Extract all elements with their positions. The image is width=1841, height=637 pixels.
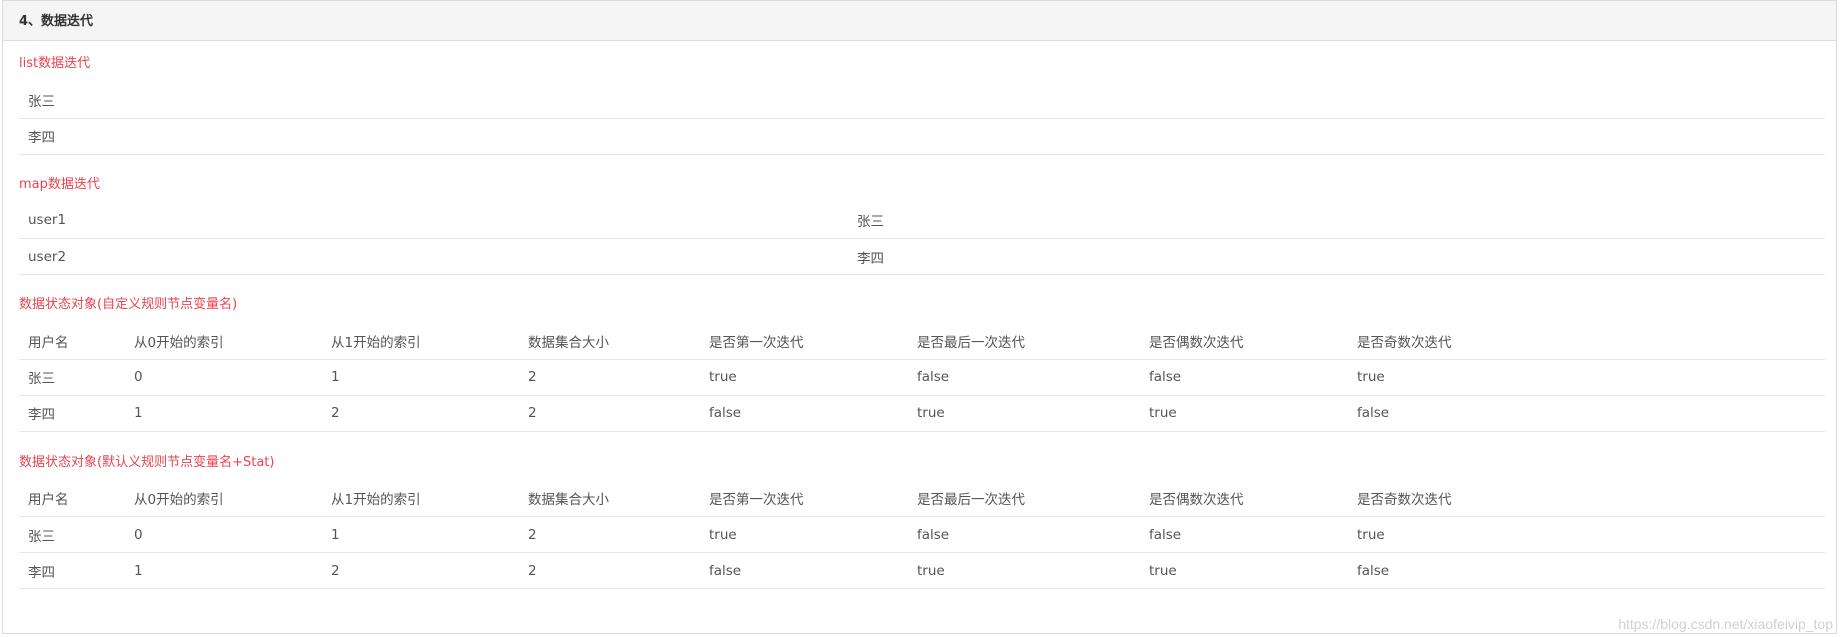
table-cell: 2 [322, 395, 519, 432]
table-cell: 1 [322, 359, 519, 396]
column-header: 数据集合大小 [519, 323, 700, 360]
table-cell: true [1140, 395, 1348, 432]
map-table: user1 张三 user2 李四 [19, 202, 1825, 275]
list-table: 张三 李四 [19, 82, 1825, 155]
column-header: 从0开始的索引 [125, 323, 322, 360]
table-cell: 张三 [19, 359, 125, 396]
column-header: 从1开始的索引 [322, 480, 519, 517]
table-row: 张三 [19, 82, 1825, 119]
table-cell: 李四 [19, 552, 125, 589]
column-header: 是否奇数次迭代 [1348, 323, 1825, 360]
table-row: 张三 0 1 2 true false false true [19, 359, 1825, 396]
table-cell: 0 [125, 359, 322, 396]
table-cell: false [1140, 516, 1348, 553]
table-cell: false [908, 359, 1140, 396]
table-cell: false [908, 516, 1140, 553]
table-cell: 2 [519, 552, 700, 589]
table-row: 李四 1 2 2 false true true false [19, 552, 1825, 589]
panel-heading: 4、数据迭代 [3, 1, 1836, 41]
panel-body: list数据迭代 张三 李四 map数据迭代 user1 张三 user2 李四 [3, 54, 1836, 589]
table-row: user2 李四 [19, 238, 1825, 275]
table-cell: 0 [125, 516, 322, 553]
table-cell: false [700, 395, 908, 432]
table-row: 李四 [19, 118, 1825, 155]
column-header: 是否第一次迭代 [700, 480, 908, 517]
column-header: 用户名 [19, 480, 125, 517]
table-row: 李四 1 2 2 false true true false [19, 395, 1825, 432]
table-cell: true [1348, 516, 1825, 553]
table-cell: 张三 [19, 516, 125, 553]
column-header: 用户名 [19, 323, 125, 360]
column-header: 从1开始的索引 [322, 323, 519, 360]
table-cell: true [908, 552, 1140, 589]
table-cell: 1 [125, 395, 322, 432]
table-header-row: 用户名 从0开始的索引 从1开始的索引 数据集合大小 是否第一次迭代 是否最后一… [19, 480, 1825, 517]
table-cell: true [908, 395, 1140, 432]
table-cell: 1 [322, 516, 519, 553]
watermark: https://blog.csdn.net/xiaofeivip_top [1618, 616, 1833, 632]
table-cell: false [1348, 552, 1825, 589]
column-header: 是否偶数次迭代 [1140, 323, 1348, 360]
stat-custom-table: 用户名 从0开始的索引 从1开始的索引 数据集合大小 是否第一次迭代 是否最后一… [19, 323, 1825, 432]
stat-default-section-title: 数据状态对象(默认义规则节点变量名+Stat) [19, 454, 275, 470]
table-row: user1 张三 [19, 202, 1825, 239]
list-item: 张三 [19, 82, 1825, 119]
column-header: 是否第一次迭代 [700, 323, 908, 360]
table-cell: 1 [125, 552, 322, 589]
table-header-row: 用户名 从0开始的索引 从1开始的索引 数据集合大小 是否第一次迭代 是否最后一… [19, 323, 1825, 360]
table-cell: false [1140, 359, 1348, 396]
column-header: 是否偶数次迭代 [1140, 480, 1348, 517]
column-header: 是否最后一次迭代 [908, 323, 1140, 360]
data-iteration-panel: 4、数据迭代 list数据迭代 张三 李四 map数据迭代 user1 张三 u… [2, 0, 1837, 634]
table-cell: true [700, 359, 908, 396]
table-cell: 2 [519, 516, 700, 553]
column-header: 是否奇数次迭代 [1348, 480, 1825, 517]
list-item: 李四 [19, 118, 1825, 155]
table-cell: 2 [322, 552, 519, 589]
column-header: 数据集合大小 [519, 480, 700, 517]
table-row: 张三 0 1 2 true false false true [19, 516, 1825, 553]
column-header: 从0开始的索引 [125, 480, 322, 517]
table-cell: false [700, 552, 908, 589]
map-value-cell: 李四 [848, 238, 1825, 275]
table-cell: 2 [519, 395, 700, 432]
column-header: 是否最后一次迭代 [908, 480, 1140, 517]
map-section-title: map数据迭代 [19, 176, 100, 192]
stat-default-table: 用户名 从0开始的索引 从1开始的索引 数据集合大小 是否第一次迭代 是否最后一… [19, 480, 1825, 589]
table-cell: true [1140, 552, 1348, 589]
table-cell: 2 [519, 359, 700, 396]
table-cell: true [700, 516, 908, 553]
map-key-cell: user1 [19, 202, 848, 239]
stat-custom-section-title: 数据状态对象(自定义规则节点变量名) [19, 297, 238, 312]
table-cell: 李四 [19, 395, 125, 432]
table-cell: true [1348, 359, 1825, 396]
table-cell: false [1348, 395, 1825, 432]
list-section-title: list数据迭代 [19, 56, 91, 71]
map-key-cell: user2 [19, 238, 848, 275]
map-value-cell: 张三 [848, 202, 1825, 239]
